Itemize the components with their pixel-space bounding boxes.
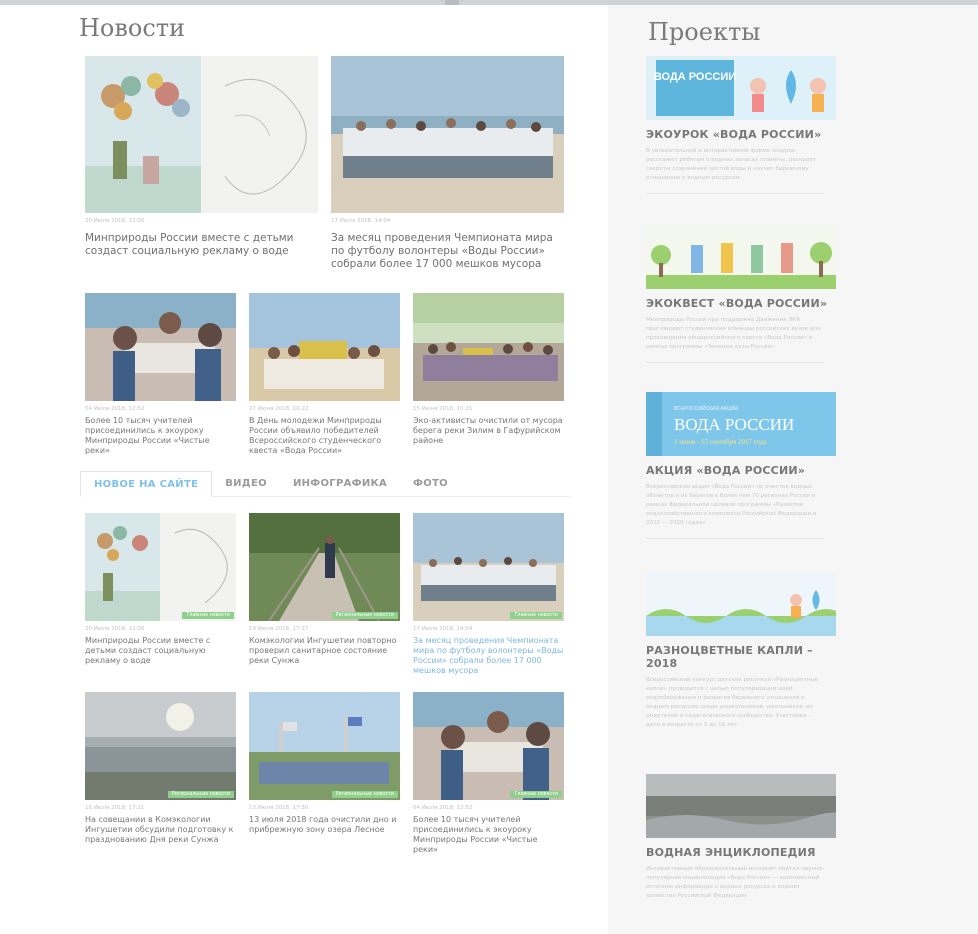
news-card[interactable]: Региональные новости 13 Июля 2018, 17:30…	[249, 692, 400, 855]
project-name[interactable]: ЭКОУРОК «ВОДА РОССИИ»	[646, 128, 836, 141]
news-title[interactable]: В День молодежи Минприроды России объяви…	[249, 416, 400, 456]
news-category-tag[interactable]: Региональные новости	[331, 791, 398, 798]
news-title[interactable]: Комэкологии Ингушетии повторно проверил …	[249, 636, 400, 666]
project-description: Интерактивный образовательный интернет-п…	[646, 866, 824, 899]
top-bar-notch	[445, 0, 459, 5]
project-description: Всероссийский конкурс детских рисунков «…	[646, 677, 819, 728]
news-category-tag[interactable]: Главные новости	[510, 791, 562, 798]
tab-photo[interactable]: ФОТО	[400, 471, 461, 496]
project-description: Всероссийская акция «Вода России» по очи…	[646, 484, 817, 526]
news-category-tag[interactable]: Главные новости	[182, 612, 234, 619]
news-card[interactable]: Главные новости 04 Июля 2018, 12:52 Боле…	[413, 692, 564, 855]
news-image-lake-cleanup[interactable]: Региональные новости	[249, 692, 400, 800]
news-card[interactable]: 15 Июня 2018, 10:21 Эко-активисты очисти…	[413, 293, 564, 456]
news-column: Новости 20 Июля 2018, 12:00 Минприроды Р…	[79, 14, 571, 854]
news-date: 13 Июля 2018, 17:30	[249, 805, 309, 811]
news-image-eco-activists[interactable]	[413, 293, 564, 401]
news-card[interactable]: 17 Июля 2018, 14:04 За месяц проведения …	[331, 56, 564, 271]
project-card[interactable]: ВОДНАЯ ЭНЦИКЛОПЕДИЯ Интерактивный образо…	[646, 774, 836, 901]
news-section-title: Новости	[79, 14, 186, 42]
news-date: 15 Июня 2018, 10:21	[413, 406, 473, 412]
project-name[interactable]: РАЗНОЦВЕТНЫЕ КАПЛИ – 2018	[646, 644, 836, 670]
project-card[interactable]: ВОДА РОССИИ ЭКОУРОК «ВОДА РОССИИ» В увле…	[646, 56, 836, 194]
news-date: 17 Июля 2018, 14:04	[413, 626, 473, 632]
news-date: 04 Июля 2018, 12:52	[413, 805, 473, 811]
news-category-tag[interactable]: Региональные новости	[167, 791, 234, 798]
news-date: 20 Июля 2018, 12:00	[85, 218, 145, 224]
news-title[interactable]: На совещании в Комэкологии Ингушетии обс…	[85, 815, 236, 845]
project-banner-action[interactable]: ВСЕРОССИЙСКАЯ АКЦИЯ ВОДА РОССИИ 1 июня -…	[646, 392, 836, 456]
project-banner-ecolesson[interactable]: ВОДА РОССИИ	[646, 56, 836, 120]
news-date: 19 Июля 2018, 17:37	[249, 626, 309, 632]
featured-news-row: 20 Июля 2018, 12:00 Минприроды России вм…	[85, 56, 564, 271]
news-title[interactable]: Эко-активисты очистили от мусора берега …	[413, 416, 564, 446]
banner-dates: 1 июня - 15 сентября 2017 года	[674, 438, 767, 446]
project-banner-ecoquest[interactable]	[646, 225, 836, 289]
news-image-children-drawing[interactable]: Главные новости	[85, 513, 236, 621]
news-category-tag[interactable]: Главные новости	[510, 612, 562, 619]
news-image-youth-day[interactable]	[249, 293, 400, 401]
news-title[interactable]: Более 10 тысяч учителей присоединились к…	[85, 416, 236, 456]
news-date: 04 Июля 2018, 12:52	[85, 406, 145, 412]
divider	[646, 362, 824, 363]
content-tabs: НОВОЕ НА САЙТЕ ВИДЕО ИНФОГРАФИКА ФОТО	[80, 471, 570, 497]
news-title[interactable]: Минприроды России вместе с детьми создас…	[85, 232, 318, 258]
news-date: 17 Июля 2018, 14:04	[331, 218, 391, 224]
news-title[interactable]: 13 июля 2018 года очистили дно и прибреж…	[249, 815, 400, 835]
news-image-volunteers-beach[interactable]	[331, 56, 564, 213]
news-image-bridge[interactable]: Региональные новости	[249, 513, 400, 621]
project-name[interactable]: ВОДНАЯ ЭНЦИКЛОПЕДИЯ	[646, 846, 836, 859]
project-card[interactable]: ЭКОКВЕСТ «ВОДА РОССИИ» Минприроды России…	[646, 225, 836, 363]
project-name[interactable]: ЭКОКВЕСТ «ВОДА РОССИИ»	[646, 297, 836, 310]
news-card[interactable]: 04 Июля 2018, 12:52 Более 10 тысяч учите…	[85, 293, 236, 456]
news-image-classroom[interactable]	[85, 293, 236, 401]
latest-row-1: Главные новости 20 Июля 2018, 12:00 Минп…	[85, 513, 564, 676]
news-card[interactable]: Главные новости 17 Июля 2018, 14:04 За м…	[413, 513, 564, 676]
news-title[interactable]: За месяц проведения Чемпионата мира по ф…	[413, 636, 564, 676]
project-card[interactable]: ВСЕРОССИЙСКАЯ АКЦИЯ ВОДА РОССИИ 1 июня -…	[646, 392, 836, 539]
news-title[interactable]: За месяц проведения Чемпионата мира по ф…	[331, 232, 564, 271]
banner-small-text: ВСЕРОССИЙСКАЯ АКЦИЯ	[674, 404, 738, 412]
news-category-tag[interactable]: Региональные новости	[331, 612, 398, 619]
divider	[646, 193, 824, 194]
projects-section-title: Проекты	[648, 18, 761, 46]
news-image-classroom[interactable]: Главные новости	[413, 692, 564, 800]
banner-text: ВОДА РОССИИ	[654, 71, 736, 83]
news-card[interactable]: Региональные новости 19 Июля 2018, 17:37…	[249, 513, 400, 676]
project-description: В увлекательной и интерактивной форме эк…	[646, 148, 817, 181]
news-image-children-drawing[interactable]	[85, 56, 318, 213]
latest-row-2: Региональные новости 16 Июля 2018, 17:21…	[85, 692, 564, 855]
news-title[interactable]: Более 10 тысяч учителей присоединились к…	[413, 815, 564, 855]
news-card[interactable]: 20 Июля 2018, 12:00 Минприроды России вм…	[85, 56, 318, 271]
project-banner-water-encyclopedia[interactable]	[646, 774, 836, 838]
news-date: 16 Июля 2018, 17:21	[85, 805, 145, 811]
news-card[interactable]: Главные новости 20 Июля 2018, 12:00 Минп…	[85, 513, 236, 676]
news-image-river-sunset[interactable]: Региональные новости	[85, 692, 236, 800]
news-title[interactable]: Минприроды России вместе с детьми создас…	[85, 636, 236, 666]
divider	[646, 538, 824, 539]
tab-infographics[interactable]: ИНФОГРАФИКА	[280, 471, 400, 496]
news-image-volunteers-beach[interactable]: Главные новости	[413, 513, 564, 621]
project-description: Минприроды России при поддержке Движения…	[646, 317, 821, 350]
news-card[interactable]: 27 Июня 2018, 10:22 В День молодежи Минп…	[249, 293, 400, 456]
tab-new-on-site[interactable]: НОВОЕ НА САЙТЕ	[80, 471, 213, 497]
secondary-news-row: 04 Июля 2018, 12:52 Более 10 тысяч учите…	[85, 293, 564, 456]
project-name[interactable]: АКЦИЯ «ВОДА РОССИИ»	[646, 464, 836, 477]
news-date: 20 Июля 2018, 12:00	[85, 626, 145, 632]
tab-video[interactable]: ВИДЕО	[212, 471, 280, 496]
news-date: 27 Июня 2018, 10:22	[249, 406, 309, 412]
project-banner-colorful-drops[interactable]	[646, 572, 836, 636]
projects-sidebar: Проекты ВОДА РОССИИ ЭКОУРОК «ВОДА РОССИИ…	[608, 5, 978, 934]
project-card[interactable]: РАЗНОЦВЕТНЫЕ КАПЛИ – 2018 Всероссийский …	[646, 572, 836, 730]
news-card[interactable]: Региональные новости 16 Июля 2018, 17:21…	[85, 692, 236, 855]
banner-text: ВОДА РОССИИ	[674, 415, 794, 434]
